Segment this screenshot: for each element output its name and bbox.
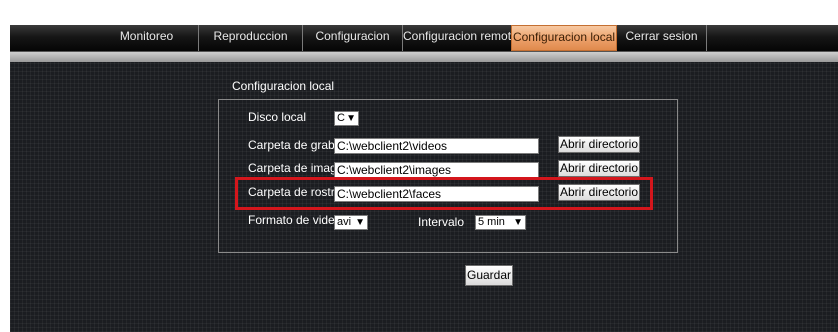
- interval-label: Intervalo: [418, 215, 465, 229]
- open-faces-folder-button[interactable]: Abrir directorio: [558, 184, 640, 201]
- video-format-select[interactable]: avi ▼: [334, 215, 368, 230]
- chevron-down-icon: ▼: [346, 113, 356, 124]
- save-button[interactable]: Guardar: [465, 265, 513, 286]
- top-nav: Monitoreo Reproduccion Configuracion Con…: [10, 25, 838, 52]
- record-folder-label: Carpeta de grab.: [248, 138, 339, 152]
- tab-monitoreo[interactable]: Monitoreo: [95, 25, 198, 51]
- image-folder-label: Carpeta de imag.: [248, 161, 341, 175]
- tab-configuracion-local[interactable]: Configuracion local: [511, 25, 617, 51]
- faces-folder-label: Carpeta de rostros: [248, 185, 348, 199]
- page: Monitoreo Reproduccion Configuracion Con…: [0, 0, 838, 332]
- chevron-down-icon: ▼: [513, 217, 523, 228]
- main-panel: Configuracion local Disco local C ▼ Carp…: [10, 62, 838, 332]
- tab-reproduccion[interactable]: Reproduccion: [198, 25, 302, 51]
- tab-configuracion-remota[interactable]: Configuracion remota: [402, 25, 518, 51]
- record-folder-input[interactable]: C:\webclient2\videos: [334, 138, 539, 154]
- video-format-value: avi: [337, 216, 352, 228]
- disk-label: Disco local: [248, 110, 307, 124]
- image-folder-input[interactable]: C:\webclient2\images: [334, 162, 539, 178]
- tab-cerrar-sesion[interactable]: Cerrar sesion: [617, 25, 707, 51]
- tab-configuracion[interactable]: Configuracion: [302, 25, 402, 51]
- open-image-folder-button[interactable]: Abrir directorio: [558, 160, 640, 177]
- section-title: Configuracion local: [232, 79, 335, 93]
- disk-select-value: C: [337, 112, 345, 124]
- faces-folder-input[interactable]: C:\webclient2\faces: [334, 186, 539, 202]
- open-record-folder-button[interactable]: Abrir directorio: [558, 136, 640, 153]
- video-format-label: Formato de video: [248, 213, 342, 227]
- interval-select[interactable]: 5 min ▼: [475, 215, 526, 230]
- chevron-down-icon: ▼: [355, 217, 365, 228]
- disk-select[interactable]: C ▼: [334, 111, 359, 126]
- interval-value: 5 min: [478, 216, 505, 228]
- nav-divider-band: [10, 52, 838, 62]
